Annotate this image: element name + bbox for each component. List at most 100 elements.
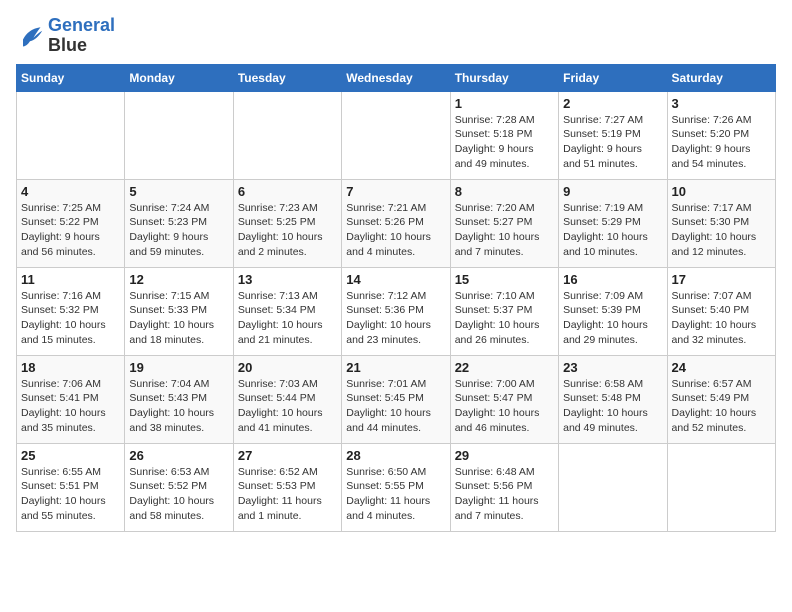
calendar-cell: 7 Sunrise: 7:21 AMSunset: 5:26 PMDaylight… xyxy=(342,179,450,267)
day-number: 4 xyxy=(21,184,120,199)
weekday-header-sunday: Sunday xyxy=(17,64,125,91)
day-info: Sunrise: 7:04 AMSunset: 5:43 PMDaylight:… xyxy=(129,377,228,436)
day-number: 1 xyxy=(455,96,554,111)
day-info: Sunrise: 6:53 AMSunset: 5:52 PMDaylight:… xyxy=(129,465,228,524)
day-number: 27 xyxy=(238,448,337,463)
day-number: 23 xyxy=(563,360,662,375)
day-info: Sunrise: 7:24 AMSunset: 5:23 PMDaylight:… xyxy=(129,201,228,260)
day-number: 5 xyxy=(129,184,228,199)
day-info: Sunrise: 6:50 AMSunset: 5:55 PMDaylight:… xyxy=(346,465,445,524)
day-number: 24 xyxy=(672,360,771,375)
day-info: Sunrise: 7:12 AMSunset: 5:36 PMDaylight:… xyxy=(346,289,445,348)
calendar-cell: 23 Sunrise: 6:58 AMSunset: 5:48 PMDayligh… xyxy=(559,355,667,443)
day-number: 7 xyxy=(346,184,445,199)
weekday-header-saturday: Saturday xyxy=(667,64,775,91)
weekday-header-row: SundayMondayTuesdayWednesdayThursdayFrid… xyxy=(17,64,776,91)
calendar-cell: 20Sunrise: 7:03 AMSunset: 5:44 PMDayligh… xyxy=(233,355,341,443)
day-number: 18 xyxy=(21,360,120,375)
calendar-cell: 4 Sunrise: 7:25 AMSunset: 5:22 PMDaylight… xyxy=(17,179,125,267)
day-number: 26 xyxy=(129,448,228,463)
day-info: Sunrise: 7:21 AMSunset: 5:26 PMDaylight:… xyxy=(346,201,445,260)
calendar-week-row: 11 Sunrise: 7:16 AMSunset: 5:32 PMDayligh… xyxy=(17,267,776,355)
day-info: Sunrise: 7:25 AMSunset: 5:22 PMDaylight:… xyxy=(21,201,120,260)
calendar-week-row: 1 Sunrise: 7:28 AMSunset: 5:18 PMDaylight… xyxy=(17,91,776,179)
day-number: 8 xyxy=(455,184,554,199)
calendar-cell: 8 Sunrise: 7:20 AMSunset: 5:27 PMDaylight… xyxy=(450,179,558,267)
calendar-week-row: 4 Sunrise: 7:25 AMSunset: 5:22 PMDaylight… xyxy=(17,179,776,267)
calendar-cell: 13 Sunrise: 7:13 AMSunset: 5:34 PMDayligh… xyxy=(233,267,341,355)
day-number: 3 xyxy=(672,96,771,111)
calendar-cell xyxy=(17,91,125,179)
day-info: Sunrise: 7:09 AMSunset: 5:39 PMDaylight:… xyxy=(563,289,662,348)
day-info: Sunrise: 7:16 AMSunset: 5:32 PMDaylight:… xyxy=(21,289,120,348)
day-number: 19 xyxy=(129,360,228,375)
day-info: Sunrise: 7:17 AMSunset: 5:30 PMDaylight:… xyxy=(672,201,771,260)
day-info: Sunrise: 7:15 AMSunset: 5:33 PMDaylight:… xyxy=(129,289,228,348)
day-info: Sunrise: 7:23 AMSunset: 5:25 PMDaylight:… xyxy=(238,201,337,260)
logo-text: GeneralBlue xyxy=(48,16,115,56)
day-number: 13 xyxy=(238,272,337,287)
calendar-cell: 21 Sunrise: 7:01 AMSunset: 5:45 PMDayligh… xyxy=(342,355,450,443)
calendar-cell: 25 Sunrise: 6:55 AMSunset: 5:51 PMDayligh… xyxy=(17,443,125,531)
day-info: Sunrise: 7:13 AMSunset: 5:34 PMDaylight:… xyxy=(238,289,337,348)
day-number: 17 xyxy=(672,272,771,287)
day-number: 6 xyxy=(238,184,337,199)
day-info: Sunrise: 7:03 AMSunset: 5:44 PMDaylight:… xyxy=(238,377,337,436)
weekday-header-monday: Monday xyxy=(125,64,233,91)
weekday-header-wednesday: Wednesday xyxy=(342,64,450,91)
weekday-header-friday: Friday xyxy=(559,64,667,91)
calendar-cell: 11 Sunrise: 7:16 AMSunset: 5:32 PMDayligh… xyxy=(17,267,125,355)
day-info: Sunrise: 6:57 AMSunset: 5:49 PMDaylight:… xyxy=(672,377,771,436)
calendar-cell: 9Sunrise: 7:19 AMSunset: 5:29 PMDaylight… xyxy=(559,179,667,267)
day-number: 16 xyxy=(563,272,662,287)
calendar-cell xyxy=(342,91,450,179)
calendar-cell: 14 Sunrise: 7:12 AMSunset: 5:36 PMDayligh… xyxy=(342,267,450,355)
calendar-cell xyxy=(667,443,775,531)
day-number: 14 xyxy=(346,272,445,287)
day-number: 28 xyxy=(346,448,445,463)
calendar-cell xyxy=(233,91,341,179)
day-number: 12 xyxy=(129,272,228,287)
day-number: 25 xyxy=(21,448,120,463)
calendar-cell: 1 Sunrise: 7:28 AMSunset: 5:18 PMDaylight… xyxy=(450,91,558,179)
day-number: 2 xyxy=(563,96,662,111)
calendar-cell: 27 Sunrise: 6:52 AMSunset: 5:53 PMDayligh… xyxy=(233,443,341,531)
calendar-cell: 10Sunrise: 7:17 AMSunset: 5:30 PMDayligh… xyxy=(667,179,775,267)
day-info: Sunrise: 7:19 AMSunset: 5:29 PMDaylight:… xyxy=(563,201,662,260)
day-info: Sunrise: 7:07 AMSunset: 5:40 PMDaylight:… xyxy=(672,289,771,348)
calendar-cell: 16 Sunrise: 7:09 AMSunset: 5:39 PMDayligh… xyxy=(559,267,667,355)
calendar-cell: 2 Sunrise: 7:27 AMSunset: 5:19 PMDaylight… xyxy=(559,91,667,179)
calendar-cell: 24 Sunrise: 6:57 AMSunset: 5:49 PMDayligh… xyxy=(667,355,775,443)
calendar-cell xyxy=(125,91,233,179)
calendar-cell: 19 Sunrise: 7:04 AMSunset: 5:43 PMDayligh… xyxy=(125,355,233,443)
page-header: GeneralBlue xyxy=(16,16,776,56)
day-number: 21 xyxy=(346,360,445,375)
day-number: 11 xyxy=(21,272,120,287)
day-info: Sunrise: 6:52 AMSunset: 5:53 PMDaylight:… xyxy=(238,465,337,524)
calendar-cell: 29 Sunrise: 6:48 AMSunset: 5:56 PMDayligh… xyxy=(450,443,558,531)
day-info: Sunrise: 6:48 AMSunset: 5:56 PMDaylight:… xyxy=(455,465,554,524)
day-info: Sunrise: 7:27 AMSunset: 5:19 PMDaylight:… xyxy=(563,113,662,172)
day-number: 29 xyxy=(455,448,554,463)
day-info: Sunrise: 7:20 AMSunset: 5:27 PMDaylight:… xyxy=(455,201,554,260)
logo-bird-icon xyxy=(16,22,44,50)
weekday-header-thursday: Thursday xyxy=(450,64,558,91)
calendar-table: SundayMondayTuesdayWednesdayThursdayFrid… xyxy=(16,64,776,532)
calendar-cell: 3 Sunrise: 7:26 AMSunset: 5:20 PMDaylight… xyxy=(667,91,775,179)
day-info: Sunrise: 6:55 AMSunset: 5:51 PMDaylight:… xyxy=(21,465,120,524)
day-info: Sunrise: 7:06 AMSunset: 5:41 PMDaylight:… xyxy=(21,377,120,436)
day-info: Sunrise: 7:00 AMSunset: 5:47 PMDaylight:… xyxy=(455,377,554,436)
day-info: Sunrise: 7:01 AMSunset: 5:45 PMDaylight:… xyxy=(346,377,445,436)
calendar-cell: 22 Sunrise: 7:00 AMSunset: 5:47 PMDayligh… xyxy=(450,355,558,443)
day-number: 22 xyxy=(455,360,554,375)
day-info: Sunrise: 7:10 AMSunset: 5:37 PMDaylight:… xyxy=(455,289,554,348)
calendar-cell: 26 Sunrise: 6:53 AMSunset: 5:52 PMDayligh… xyxy=(125,443,233,531)
day-info: Sunrise: 7:26 AMSunset: 5:20 PMDaylight:… xyxy=(672,113,771,172)
calendar-cell: 12 Sunrise: 7:15 AMSunset: 5:33 PMDayligh… xyxy=(125,267,233,355)
calendar-cell: 6 Sunrise: 7:23 AMSunset: 5:25 PMDaylight… xyxy=(233,179,341,267)
calendar-week-row: 25 Sunrise: 6:55 AMSunset: 5:51 PMDayligh… xyxy=(17,443,776,531)
calendar-body: 1 Sunrise: 7:28 AMSunset: 5:18 PMDaylight… xyxy=(17,91,776,531)
day-info: Sunrise: 7:28 AMSunset: 5:18 PMDaylight:… xyxy=(455,113,554,172)
day-info: Sunrise: 6:58 AMSunset: 5:48 PMDaylight:… xyxy=(563,377,662,436)
weekday-header-tuesday: Tuesday xyxy=(233,64,341,91)
